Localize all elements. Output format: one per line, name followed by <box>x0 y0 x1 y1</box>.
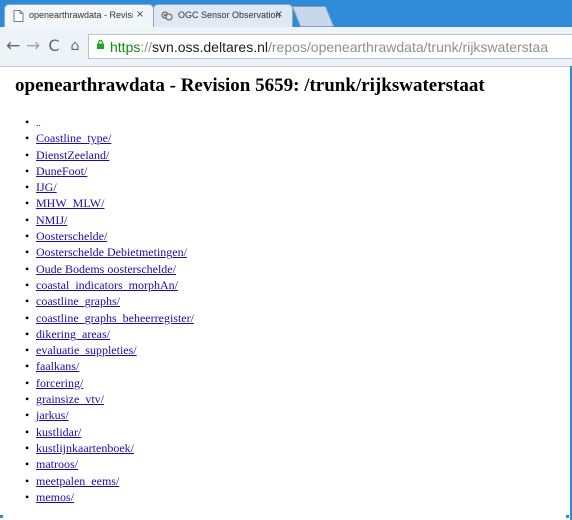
directory-link[interactable]: grainsize_vtv/ <box>36 392 104 406</box>
directory-link[interactable]: Oosterschelde/ <box>36 229 107 243</box>
directory-link[interactable]: forcering/ <box>36 376 83 390</box>
directory-link[interactable]: memos/ <box>36 490 74 504</box>
tab-strip: openearthrawdata - Revisior × OGC Sensor… <box>0 0 572 27</box>
page-title: openearthrawdata - Revision 5659: /trunk… <box>15 75 485 96</box>
browser-toolbar: ← → C ⌂ https://svn.oss.deltares.nl/repo… <box>0 27 572 67</box>
list-item: jarkus/ <box>25 407 545 423</box>
tab-ogc-sensor[interactable]: OGC Sensor Observation Ser × <box>153 4 293 27</box>
directory-link[interactable]: DienstZeeland/ <box>36 148 109 162</box>
directory-link[interactable]: DuneFoot/ <box>36 164 87 178</box>
address-bar[interactable]: https://svn.oss.deltares.nl/repos/openea… <box>88 34 572 59</box>
window-corner-mark <box>566 515 569 518</box>
list-item: .. <box>25 114 545 130</box>
list-item: DuneFoot/ <box>25 163 545 179</box>
tab-openearthrawdata[interactable]: openearthrawdata - Revisior × <box>4 4 154 27</box>
directory-link[interactable]: meetpalen_eems/ <box>36 474 119 488</box>
list-item: Oosterschelde/ <box>25 228 545 244</box>
list-item: kustlijnkaartenboek/ <box>25 440 545 456</box>
list-item: forcering/ <box>25 375 545 391</box>
list-item: kustlidar/ <box>25 424 545 440</box>
list-item: coastal_indicators_morphAn/ <box>25 277 545 293</box>
list-item: coastline_graphs_beheerregister/ <box>25 310 545 326</box>
reload-button[interactable]: C <box>47 37 61 55</box>
directory-page: openearthrawdata - Revision 5659: /trunk… <box>0 67 572 520</box>
list-item: grainsize_vtv/ <box>25 391 545 407</box>
document-icon <box>13 10 24 22</box>
url-separator: :// <box>140 39 153 55</box>
directory-link[interactable]: Oude Bodems oosterschelde/ <box>36 262 176 276</box>
tab-label: openearthrawdata - Revisior <box>29 10 133 20</box>
list-item: coastline_graphs/ <box>25 293 545 309</box>
directory-link[interactable]: kustlijnkaartenboek/ <box>36 441 134 455</box>
list-item: MHW_MLW/ <box>25 195 545 211</box>
browser-window: openearthrawdata - Revisior × OGC Sensor… <box>0 0 572 520</box>
url-host: svn.oss.deltares.nl <box>152 39 268 55</box>
parent-directory-link[interactable]: .. <box>36 118 41 128</box>
back-button[interactable]: ← <box>6 37 20 55</box>
list-item: Coastline_type/ <box>25 130 545 146</box>
home-button[interactable]: ⌂ <box>68 37 82 55</box>
directory-link[interactable]: IJG/ <box>36 180 57 194</box>
directory-link[interactable]: coastal_indicators_morphAn/ <box>36 278 178 292</box>
url-scheme: https <box>110 39 141 55</box>
new-tab-button[interactable] <box>291 6 335 27</box>
list-item: faalkans/ <box>25 358 545 374</box>
directory-link[interactable]: MHW_MLW/ <box>36 196 104 210</box>
list-item: Oosterschelde Debietmetingen/ <box>25 244 545 260</box>
url-text: https://svn.oss.deltares.nl/repos/openea… <box>110 39 548 55</box>
list-item: memos/ <box>25 489 545 505</box>
directory-link[interactable]: Oosterschelde Debietmetingen/ <box>36 245 187 259</box>
list-item: matroos/ <box>25 456 545 472</box>
list-item: IJG/ <box>25 179 545 195</box>
url-path: /repos/openearthrawdata/trunk/rijkswater… <box>267 39 549 55</box>
window-corner-mark <box>0 515 3 518</box>
directory-link[interactable]: Coastline_type/ <box>36 131 111 145</box>
lock-icon <box>96 40 105 49</box>
sensor-icon <box>161 11 173 21</box>
directory-link[interactable]: jarkus/ <box>36 408 69 422</box>
list-item: Oude Bodems oosterschelde/ <box>25 261 545 277</box>
list-item: DienstZeeland/ <box>25 147 545 163</box>
list-item: dikering_areas/ <box>25 326 545 342</box>
directory-link[interactable]: faalkans/ <box>36 359 79 373</box>
close-tab-icon[interactable]: × <box>273 9 285 21</box>
directory-link[interactable]: coastline_graphs_beheerregister/ <box>36 311 194 325</box>
list-item: meetpalen_eems/ <box>25 473 545 489</box>
list-item: evaluatie_suppleties/ <box>25 342 545 358</box>
directory-list: .. Coastline_type/DienstZeeland/DuneFoot/… <box>25 114 545 505</box>
directory-link[interactable]: dikering_areas/ <box>36 327 110 341</box>
directory-link[interactable]: kustlidar/ <box>36 425 81 439</box>
list-item: NMIJ/ <box>25 212 545 228</box>
forward-button[interactable]: → <box>26 37 40 55</box>
directory-link[interactable]: evaluatie_suppleties/ <box>36 343 137 357</box>
directory-link[interactable]: matroos/ <box>36 457 78 471</box>
directory-link[interactable]: NMIJ/ <box>36 213 67 227</box>
directory-link[interactable]: coastline_graphs/ <box>36 294 120 308</box>
tab-label: OGC Sensor Observation Ser <box>178 10 282 20</box>
close-tab-icon[interactable]: × <box>134 9 146 21</box>
